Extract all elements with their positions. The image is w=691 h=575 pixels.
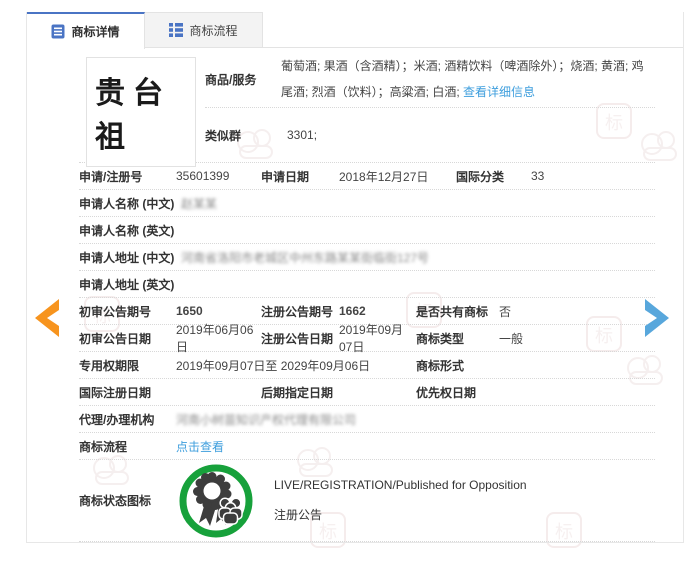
status-icon-label: 商标状态图标 [79,494,152,508]
detail-content: 贵台祖 商品/服务 葡萄酒; 果酒（含酒精）；米酒; 酒精饮料（啤酒除外）；烧酒… [27,48,683,542]
app-date-label: 申请日期 [261,169,310,184]
term-value: 2019年09月07日至 2029年09月06日 [176,358,371,373]
reg-pub-date-label: 注册公告日期 [261,331,334,346]
later-desig-date-label: 后期指定日期 [261,385,334,400]
applicant-name-cn-label: 申请人名称 (中文) [79,196,175,211]
row-exclusive-term: 专用权期限 2019年09月07日至 2029年09月06日 商标形式 [79,352,655,379]
intl-class-label: 国际分类 [456,169,505,184]
reg-pub-no-label: 注册公告期号 [261,304,334,319]
tm-form-label: 商标形式 [416,358,465,373]
trademark-name: 贵台祖 [95,77,171,154]
tab-trademark-process-label: 商标流程 [189,23,238,38]
status-line-english: LIVE/REGISTRATION/Published for Oppositi… [274,478,527,492]
first-pub-no-label: 初审公告期号 [79,304,152,319]
status-line-chinese: 注册公告 [274,508,323,522]
row-trademark-status: 商标状态图标 LIVE/REGISTRATION/Published for O… [79,460,655,542]
applicant-addr-cn-value-redacted: 河南省洛阳市老城区中州东路某某街临街127号 [181,250,430,265]
row-trademark-process: 商标流程 点击查看 [79,433,655,460]
trademark-detail-panel: 商标详情 商标流程 贵台祖 商品/服务 葡萄酒; 果酒（含酒精）；米酒; 酒精饮… [26,12,684,543]
row-registration-number: 申请/注册号 35601399 申请日期 2018年12月27日 国际分类 33 [79,163,655,190]
similar-group-row: 类似群 3301; [205,108,655,162]
similar-group-value: 3301; [287,128,318,142]
list-grid-icon [169,23,184,37]
applicant-name-cn-value-redacted: 赵某某 [181,196,218,211]
row-publication-dates: 初审公告日期 2019年06月06日 注册公告日期 2019年09月07日 商标… [79,323,655,354]
first-pub-no-value: 1650 [176,304,203,318]
trademark-image: 贵台祖 [86,57,196,167]
app-date-value: 2018年12月27日 [339,169,429,184]
first-pub-date-label: 初审公告日期 [79,331,152,346]
document-icon [51,24,65,39]
row-agency: 代理/办理机构 河南小树苗知识产权代理有限公司 [79,406,655,433]
row-applicant-name-en: 申请人名称 (英文) [79,217,655,244]
next-arrow-button[interactable] [645,299,671,337]
trademark-detail-page: 标 商标详情 [0,0,691,575]
tm-type-value: 一般 [499,331,524,346]
goods-services-value: 葡萄酒; 果酒（含酒精）；米酒; 酒精饮料（啤酒除外）；烧酒; 黄酒; 鸡尾酒;… [281,59,644,99]
applicant-name-en-label: 申请人名称 (英文) [79,223,175,238]
first-pub-date-value: 2019年06月06日 [176,323,254,354]
reg-pub-date-value: 2019年09月07日 [339,323,404,354]
tm-type-label: 商标类型 [416,331,465,346]
intl-class-value: 33 [531,169,545,183]
top-right-fields: 商品/服务 葡萄酒; 果酒（含酒精）；米酒; 酒精饮料（啤酒除外）；烧酒; 黄酒… [205,48,655,162]
process-label: 商标流程 [79,439,128,454]
priority-date-label: 优先权日期 [416,385,477,400]
intl-reg-date-label: 国际注册日期 [79,385,152,400]
tab-trademark-details[interactable]: 商标详情 [27,12,145,49]
similar-group-label: 类似群 [205,128,242,143]
reg-no-value: 35601399 [176,169,230,183]
view-details-link[interactable]: 查看详细信息 [463,85,535,99]
top-section: 贵台祖 商品/服务 葡萄酒; 果酒（含酒精）；米酒; 酒精饮料（啤酒除外）；烧酒… [79,48,655,167]
term-label: 专用权期限 [79,358,140,373]
row-applicant-addr-en: 申请人地址 (英文) [79,271,655,298]
tab-bar: 商标详情 商标流程 [27,12,683,49]
shared-tm-label: 是否共有商标 [416,304,489,319]
tab-trademark-process[interactable]: 商标流程 [145,12,263,47]
goods-services-label: 商品/服务 [205,73,257,87]
status-texts: LIVE/REGISTRATION/Published for Oppositi… [274,478,527,523]
agency-value-redacted: 河南小树苗知识产权代理有限公司 [176,412,357,427]
tab-trademark-details-label: 商标详情 [71,25,120,39]
agency-label: 代理/办理机构 [79,412,155,427]
registration-status-badge-icon [179,464,253,537]
row-applicant-addr-cn: 申请人地址 (中文) 河南省洛阳市老城区中州东路某某街临街127号 [79,244,655,271]
reg-pub-no-value: 1662 [339,304,366,318]
previous-arrow-button[interactable] [33,299,59,337]
applicant-addr-cn-label: 申请人地址 (中文) [79,250,175,265]
row-applicant-name-cn: 申请人名称 (中文) 赵某某 [79,190,655,217]
click-to-view-link[interactable]: 点击查看 [176,438,224,455]
applicant-addr-en-label: 申请人地址 (英文) [79,277,175,292]
reg-no-label: 申请/注册号 [79,169,143,184]
row-intl-dates: 国际注册日期 后期指定日期 优先权日期 [79,379,655,406]
shared-tm-value: 否 [499,304,512,319]
goods-services-row: 商品/服务 葡萄酒; 果酒（含酒精）；米酒; 酒精饮料（啤酒除外）；烧酒; 黄酒… [205,48,655,108]
